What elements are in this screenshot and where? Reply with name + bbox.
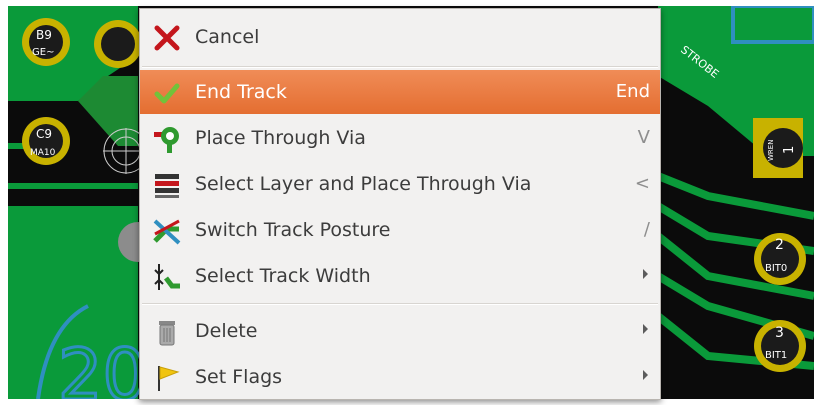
- menu-item-label: Switch Track Posture: [195, 219, 391, 241]
- pad-net-2: BIT0: [765, 263, 787, 274]
- menu-item-switch-track-posture[interactable]: Switch Track Posture /: [140, 208, 660, 252]
- flag-icon: [158, 366, 180, 391]
- pad-number-c9: C9: [36, 127, 52, 141]
- submenu-arrow-icon: [643, 324, 648, 334]
- menu-item-shortcut: <: [634, 173, 650, 194]
- menu-item-cancel[interactable]: Cancel: [140, 15, 660, 59]
- pad-net-b9: GE~: [32, 47, 54, 58]
- menu-item-label: Set Flags: [195, 366, 283, 388]
- menu-item-label: End Track: [195, 81, 287, 103]
- trash-icon: [159, 321, 175, 346]
- menu-item-label: Select Layer and Place Through Via: [195, 173, 532, 195]
- menu-item-label: Delete: [195, 320, 258, 342]
- silk-text: 20: [58, 334, 147, 399]
- menu-item-label: Place Through Via: [195, 127, 366, 149]
- layers-icon: [155, 174, 179, 198]
- via-icon: [154, 127, 179, 153]
- pad-number-2: 2: [775, 237, 784, 253]
- menu-separator: [142, 66, 658, 68]
- pad-number-b9: B9: [36, 28, 52, 42]
- menu-item-shortcut: /: [643, 219, 650, 240]
- menu-item-select-track-width[interactable]: Select Track Width: [140, 254, 660, 298]
- menu-item-shortcut: End: [615, 81, 650, 102]
- cancel-x-icon: [154, 25, 180, 51]
- menu-item-shortcut: V: [637, 127, 650, 148]
- menu-item-select-layer-place-via[interactable]: Select Layer and Place Through Via <: [140, 162, 660, 206]
- pad-net-1: WREN: [767, 140, 775, 161]
- menu-item-place-through-via[interactable]: Place Through Via V: [140, 116, 660, 160]
- menu-item-end-track[interactable]: End Track End: [140, 70, 660, 114]
- menu-item-label: Cancel: [195, 26, 260, 48]
- pad-number-1: 1: [782, 146, 797, 154]
- menu-item-delete[interactable]: Delete: [140, 309, 660, 353]
- pad-net-c9: MA10: [30, 148, 56, 158]
- menu-separator: [142, 303, 658, 305]
- checkmark-icon: [154, 83, 180, 104]
- submenu-arrow-icon: [643, 370, 648, 380]
- submenu-arrow-icon: [643, 269, 648, 279]
- pad-net-3: BIT1: [765, 350, 787, 361]
- track-width-icon: [154, 264, 180, 290]
- context-menu: Cancel End Track End Place Through Via V…: [139, 8, 661, 400]
- menu-item-label: Select Track Width: [195, 265, 371, 287]
- menu-item-set-flags[interactable]: Set Flags: [140, 355, 660, 399]
- pad-number-3: 3: [775, 325, 784, 341]
- track-posture-icon: [153, 219, 181, 245]
